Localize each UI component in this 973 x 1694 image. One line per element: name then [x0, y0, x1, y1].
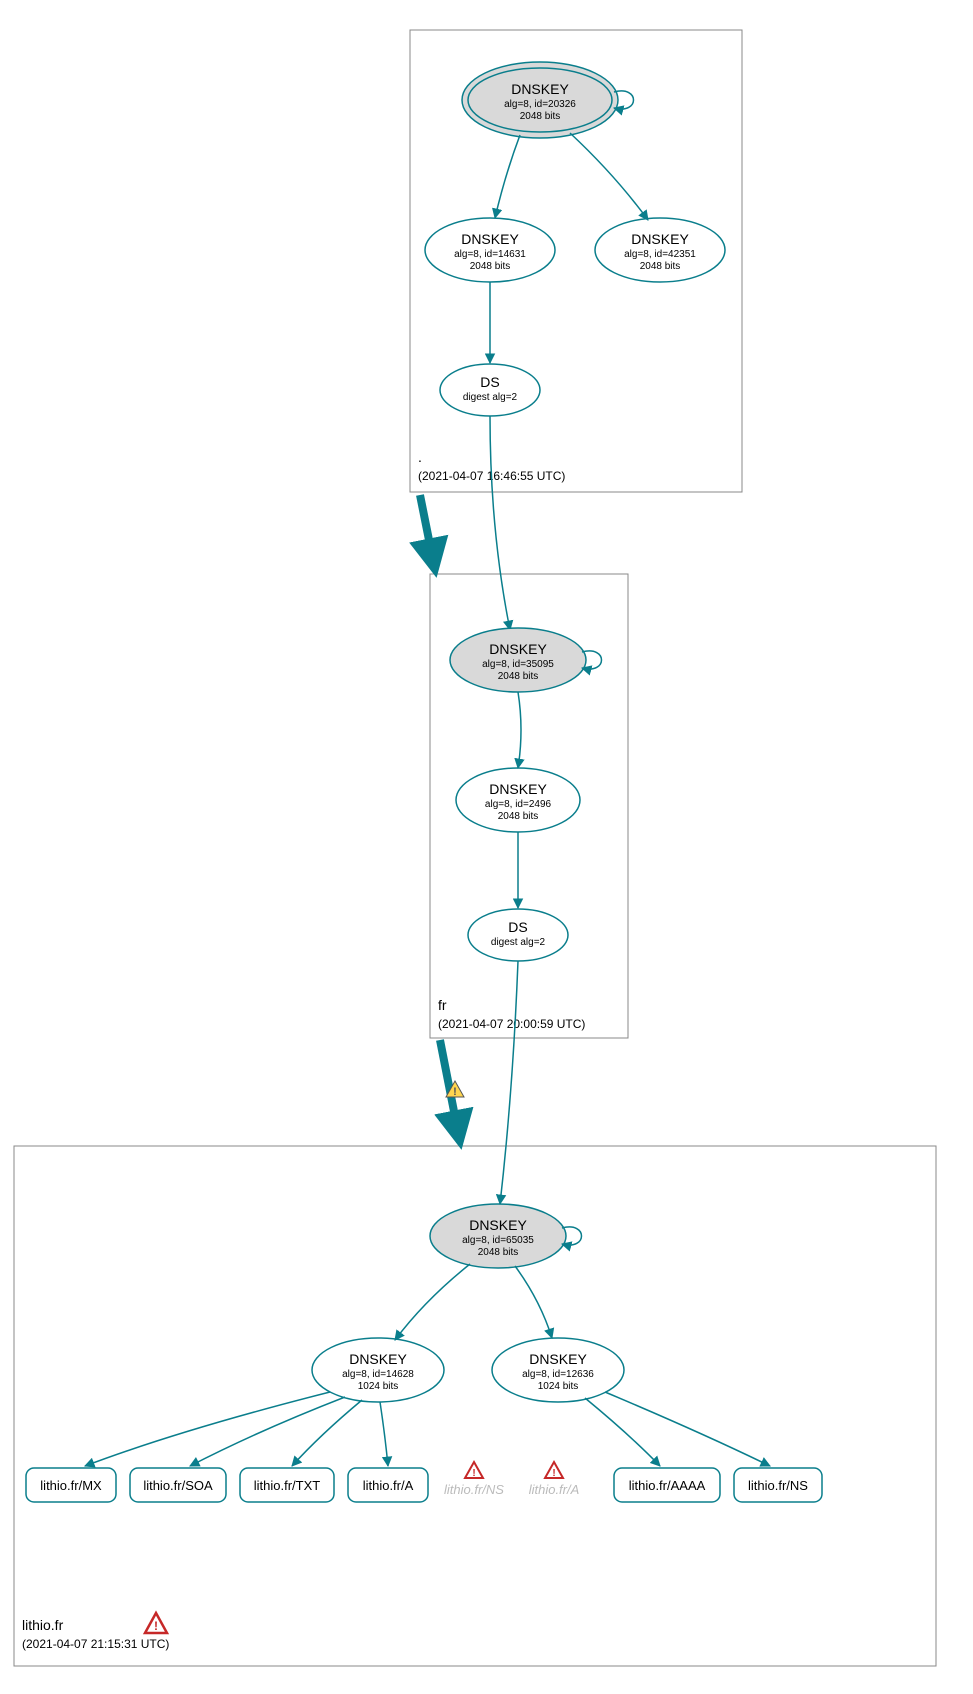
node-lithio-zsk2: DNSKEY alg=8, id=12636 1024 bits: [492, 1338, 624, 1402]
svg-text:lithio.fr/A: lithio.fr/A: [529, 1482, 580, 1497]
edge-root-ksk-zsk2: [570, 133, 648, 220]
edge-zsk1-soa: [190, 1397, 345, 1466]
svg-text:!: !: [453, 1086, 457, 1098]
svg-text:DNSKEY: DNSKEY: [529, 1351, 587, 1367]
edge-zsk2-aaaa: [585, 1398, 660, 1466]
edge-fr-ds-lith-ksk: [500, 961, 518, 1204]
rr-soa: lithio.fr/SOA: [130, 1468, 226, 1502]
edge-lith-ksk-zsk2: [515, 1266, 552, 1338]
svg-text:digest alg=2: digest alg=2: [491, 937, 546, 948]
rr-ns-error: ! lithio.fr/NS: [444, 1462, 504, 1497]
edge-zsk1-mx: [85, 1392, 330, 1466]
svg-text:DNSKEY: DNSKEY: [631, 231, 689, 247]
edge-root-ds-fr-ksk: [490, 416, 510, 630]
svg-text:lithio.fr/MX: lithio.fr/MX: [40, 1478, 102, 1493]
svg-text:alg=8, id=35095: alg=8, id=35095: [482, 659, 554, 670]
node-root-zsk1: DNSKEY alg=8, id=14631 2048 bits: [425, 218, 555, 282]
svg-text:1024 bits: 1024 bits: [358, 1381, 399, 1392]
edge-zsk1-a: [380, 1402, 388, 1466]
node-lithio-ksk: DNSKEY alg=8, id=65035 2048 bits: [430, 1204, 582, 1268]
svg-text:DNSKEY: DNSKEY: [469, 1217, 527, 1233]
rr-mx: lithio.fr/MX: [26, 1468, 116, 1502]
delegation-arrow-root-fr: [420, 495, 435, 570]
svg-text:alg=8, id=12636: alg=8, id=12636: [522, 1369, 594, 1380]
svg-text:DNSKEY: DNSKEY: [489, 641, 547, 657]
svg-text:lithio.fr/NS: lithio.fr/NS: [748, 1478, 808, 1493]
svg-text:DNSKEY: DNSKEY: [461, 231, 519, 247]
zone-lithio-label: lithio.fr: [22, 1617, 64, 1633]
svg-text:lithio.fr/SOA: lithio.fr/SOA: [143, 1478, 213, 1493]
svg-text:!: !: [472, 1468, 475, 1479]
svg-text:digest alg=2: digest alg=2: [463, 392, 518, 403]
svg-text:2048 bits: 2048 bits: [498, 811, 539, 822]
node-root-zsk2: DNSKEY alg=8, id=42351 2048 bits: [595, 218, 725, 282]
zone-fr-label: fr: [438, 997, 447, 1013]
node-root-ds: DS digest alg=2: [440, 364, 540, 416]
svg-text:lithio.fr/A: lithio.fr/A: [363, 1478, 414, 1493]
svg-text:alg=8, id=42351: alg=8, id=42351: [624, 249, 696, 260]
node-lithio-zsk1: DNSKEY alg=8, id=14628 1024 bits: [312, 1338, 444, 1402]
zone-lithio-timestamp: (2021-04-07 21:15:31 UTC): [22, 1637, 169, 1651]
node-fr-ksk: DNSKEY alg=8, id=35095 2048 bits: [450, 628, 602, 692]
edge-zsk1-txt: [292, 1400, 362, 1466]
svg-text:lithio.fr/TXT: lithio.fr/TXT: [254, 1478, 321, 1493]
svg-text:1024 bits: 1024 bits: [538, 1381, 579, 1392]
zone-fr-timestamp: (2021-04-07 20:00:59 UTC): [438, 1017, 585, 1031]
svg-text:DS: DS: [480, 374, 499, 390]
rr-a-error: ! lithio.fr/A: [529, 1462, 580, 1497]
svg-text:alg=8, id=14628: alg=8, id=14628: [342, 1369, 414, 1380]
svg-text:DNSKEY: DNSKEY: [349, 1351, 407, 1367]
svg-text:DNSKEY: DNSKEY: [511, 81, 569, 97]
svg-text:2048 bits: 2048 bits: [498, 671, 539, 682]
edge-lith-ksk-zsk1: [395, 1264, 470, 1340]
svg-text:lithio.fr/NS: lithio.fr/NS: [444, 1482, 504, 1497]
rr-txt: lithio.fr/TXT: [240, 1468, 334, 1502]
error-icon: !: [145, 1613, 167, 1633]
svg-text:DNSKEY: DNSKEY: [489, 781, 547, 797]
edge-root-ksk-zsk1: [495, 135, 520, 218]
svg-text:alg=8, id=20326: alg=8, id=20326: [504, 99, 576, 110]
svg-text:2048 bits: 2048 bits: [478, 1247, 519, 1258]
svg-text:2048 bits: 2048 bits: [640, 261, 681, 272]
svg-text:lithio.fr/AAAA: lithio.fr/AAAA: [629, 1478, 706, 1493]
svg-text:!: !: [552, 1468, 555, 1479]
svg-text:alg=8, id=65035: alg=8, id=65035: [462, 1235, 534, 1246]
zone-root-label: .: [418, 449, 422, 465]
edge-zsk2-ns: [605, 1392, 770, 1466]
svg-text:!: !: [154, 1619, 158, 1633]
node-root-ksk: DNSKEY alg=8, id=20326 2048 bits: [462, 62, 634, 138]
node-fr-ds: DS digest alg=2: [468, 909, 568, 961]
node-fr-zsk: DNSKEY alg=8, id=2496 2048 bits: [456, 768, 580, 832]
rr-a: lithio.fr/A: [348, 1468, 428, 1502]
svg-text:DS: DS: [508, 919, 527, 935]
svg-text:alg=8, id=2496: alg=8, id=2496: [485, 799, 552, 810]
svg-text:2048 bits: 2048 bits: [470, 261, 511, 272]
edge-fr-ksk-zsk: [518, 692, 521, 768]
rr-aaaa: lithio.fr/AAAA: [614, 1468, 720, 1502]
svg-text:alg=8, id=14631: alg=8, id=14631: [454, 249, 526, 260]
rr-ns: lithio.fr/NS: [734, 1468, 822, 1502]
svg-text:2048 bits: 2048 bits: [520, 111, 561, 122]
